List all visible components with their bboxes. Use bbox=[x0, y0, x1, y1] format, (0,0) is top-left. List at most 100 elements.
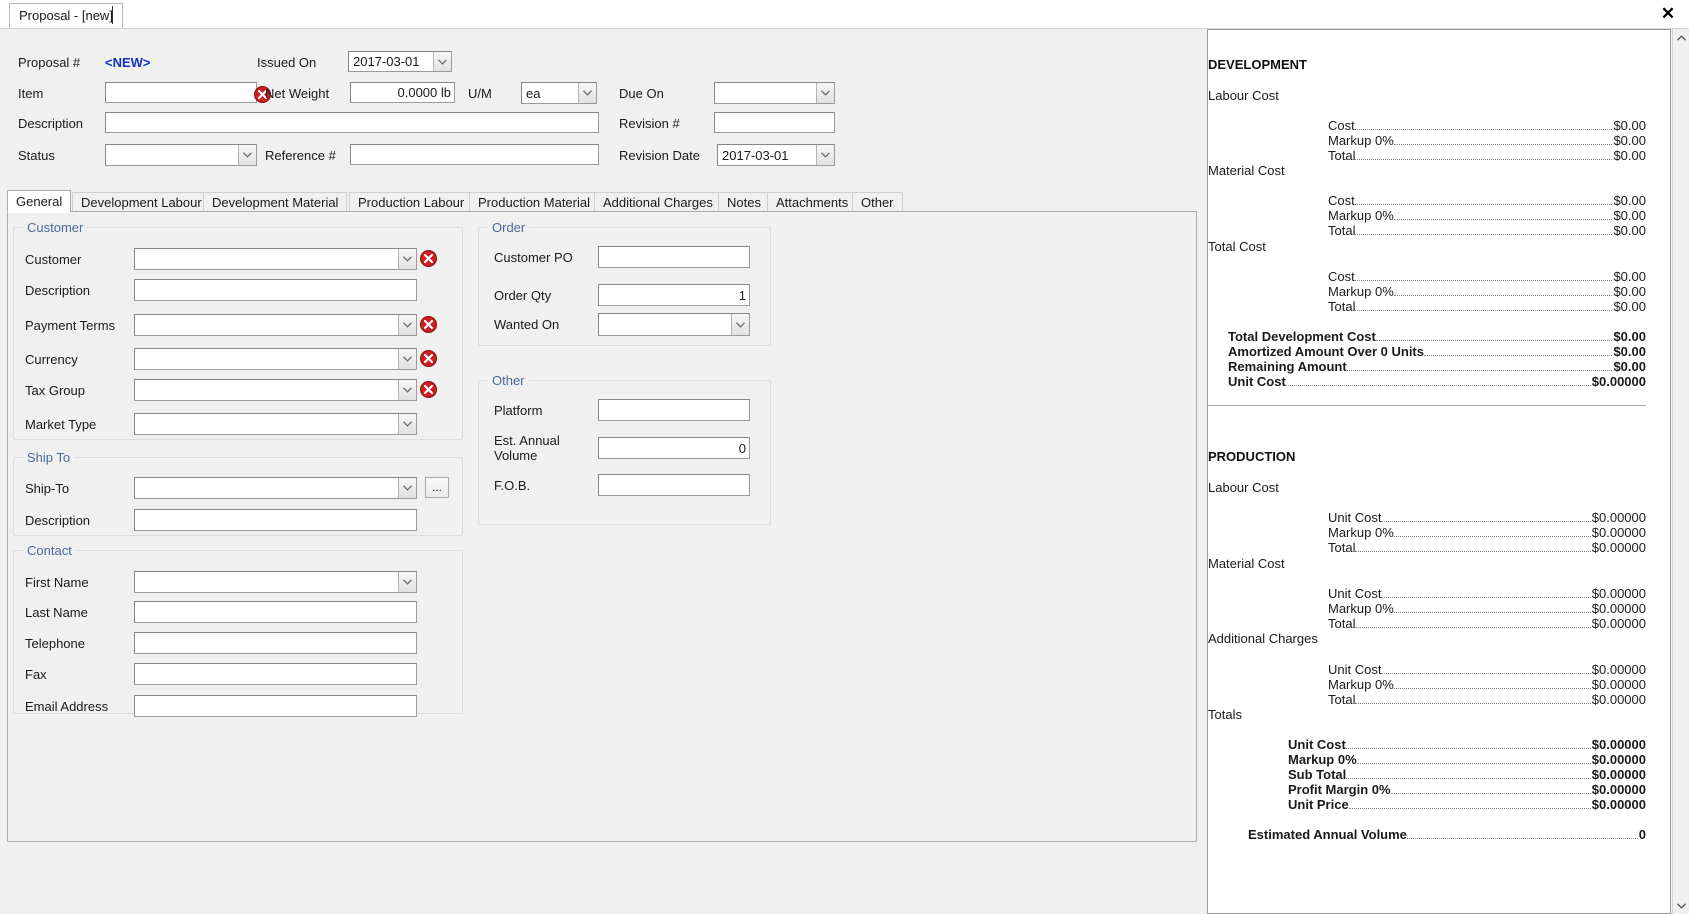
reference-number-input[interactable] bbox=[350, 144, 599, 165]
revision-number-input[interactable] bbox=[714, 112, 835, 133]
um-label: U/M bbox=[468, 86, 492, 101]
chevron-down-icon[interactable] bbox=[238, 145, 256, 165]
currency-dropdown[interactable] bbox=[134, 348, 417, 370]
summary-scrollbar[interactable] bbox=[1672, 29, 1689, 914]
telephone-input[interactable] bbox=[134, 632, 417, 654]
tab-label: Attachments bbox=[776, 195, 849, 210]
cost-summary-pane: DEVELOPMENT Labour Cost Cost $0.00 Marku… bbox=[1203, 29, 1689, 914]
row-label: Total bbox=[1328, 299, 1356, 314]
tab-label: Notes bbox=[727, 195, 761, 210]
wanted-on-datepicker[interactable] bbox=[598, 313, 750, 336]
order-qty-input[interactable] bbox=[598, 284, 750, 306]
row-label: Cost bbox=[1328, 118, 1355, 133]
due-on-datepicker[interactable] bbox=[714, 82, 835, 104]
order-qty-label: Order Qty bbox=[494, 288, 552, 303]
issued-on-datepicker[interactable]: 2017-03-01 bbox=[348, 51, 452, 72]
customer-label: Customer bbox=[25, 252, 82, 267]
fob-input[interactable] bbox=[598, 474, 750, 496]
customer-description-label: Description bbox=[25, 283, 91, 298]
tab-general[interactable]: General bbox=[7, 190, 72, 213]
development-material-total-row: Total $0.00 bbox=[1328, 223, 1646, 238]
first-name-dropdown[interactable] bbox=[134, 571, 417, 593]
ship-to-browse-button[interactable]: ... bbox=[425, 477, 449, 498]
row-label: Cost bbox=[1328, 193, 1355, 208]
chevron-down-icon[interactable] bbox=[398, 249, 416, 269]
item-input[interactable] bbox=[105, 82, 257, 103]
chevron-down-icon[interactable] bbox=[731, 314, 749, 335]
leader-dots bbox=[1348, 808, 1591, 809]
customer-dropdown[interactable] bbox=[134, 248, 417, 270]
ship-to-dropdown[interactable] bbox=[134, 477, 417, 499]
customer-description-input[interactable] bbox=[134, 279, 417, 301]
chevron-down-icon[interactable] bbox=[398, 315, 416, 335]
currency-required-error-icon[interactable] bbox=[420, 350, 437, 367]
status-value bbox=[106, 145, 238, 165]
chevron-down-icon[interactable] bbox=[398, 380, 416, 400]
scroll-up-arrow-icon[interactable] bbox=[1673, 29, 1689, 46]
fax-input[interactable] bbox=[134, 663, 417, 685]
status-dropdown[interactable] bbox=[105, 144, 257, 166]
tab-attachments[interactable]: Attachments bbox=[767, 192, 858, 212]
close-icon[interactable]: ✕ bbox=[1657, 4, 1679, 24]
chevron-down-icon[interactable] bbox=[433, 52, 451, 71]
development-totalcost-total-row: Total $0.00 bbox=[1328, 299, 1646, 314]
leader-dots bbox=[1285, 385, 1591, 386]
email-address-input[interactable] bbox=[134, 695, 417, 717]
row-label: Markup 0% bbox=[1328, 677, 1394, 692]
tab-label: Development Material bbox=[212, 195, 339, 210]
row-value: $0.00 bbox=[1613, 118, 1646, 133]
row-label: Remaining Amount bbox=[1228, 359, 1347, 374]
market-type-dropdown[interactable] bbox=[134, 413, 417, 435]
row-label: Estimated Annual Volume bbox=[1248, 827, 1407, 842]
document-tab-proposal[interactable]: Proposal - [new] bbox=[9, 3, 123, 28]
chevron-down-icon[interactable] bbox=[816, 145, 834, 165]
row-value: $0.00000 bbox=[1591, 782, 1646, 797]
chevron-down-icon[interactable] bbox=[816, 83, 834, 103]
payment-terms-required-error-icon[interactable] bbox=[420, 316, 437, 333]
tax-group-required-error-icon[interactable] bbox=[420, 381, 437, 398]
status-label: Status bbox=[18, 148, 55, 163]
revision-date-datepicker[interactable]: 2017-03-01 bbox=[717, 144, 835, 166]
development-totalcost-cost-row: Cost $0.00 bbox=[1328, 269, 1646, 284]
platform-input[interactable] bbox=[598, 399, 750, 421]
chevron-down-icon[interactable] bbox=[398, 478, 416, 498]
header-description-input[interactable] bbox=[105, 112, 599, 133]
est-annual-volume-input[interactable] bbox=[598, 437, 750, 459]
remaining-amount-row: Remaining Amount $0.00 bbox=[1228, 359, 1646, 374]
um-dropdown[interactable]: ea bbox=[521, 82, 597, 104]
other-group: Other Platform Est. Annual Volume F.O.B. bbox=[478, 373, 771, 525]
tab-other[interactable]: Other bbox=[852, 192, 903, 212]
reference-number-label: Reference # bbox=[265, 148, 336, 163]
tab-additional-charges[interactable]: Additional Charges bbox=[594, 192, 722, 212]
chevron-down-icon[interactable] bbox=[398, 349, 416, 369]
tab-notes[interactable]: Notes bbox=[718, 192, 770, 212]
tab-development-material[interactable]: Development Material bbox=[203, 192, 348, 212]
leader-dots bbox=[1355, 310, 1613, 311]
customer-required-error-icon[interactable] bbox=[420, 250, 437, 267]
chevron-down-icon[interactable] bbox=[398, 572, 416, 592]
ship-to-description-input[interactable] bbox=[134, 509, 417, 531]
tab-production-labour[interactable]: Production Labour bbox=[349, 192, 474, 212]
scroll-down-arrow-icon[interactable] bbox=[1673, 897, 1689, 914]
tax-group-dropdown[interactable] bbox=[134, 379, 417, 401]
chevron-down-icon[interactable] bbox=[398, 414, 416, 434]
payment-terms-dropdown[interactable] bbox=[134, 314, 417, 336]
um-value: ea bbox=[526, 85, 541, 101]
production-material-cost-label: Material Cost bbox=[1208, 556, 1285, 571]
platform-label: Platform bbox=[494, 403, 543, 418]
last-name-input[interactable] bbox=[134, 601, 417, 623]
leader-dots bbox=[1393, 536, 1591, 537]
row-value: $0.00000 bbox=[1591, 737, 1646, 752]
production-labour-unitcost-row: Unit Cost $0.00000 bbox=[1328, 510, 1646, 525]
net-weight-input[interactable] bbox=[350, 82, 455, 103]
development-section-heading: DEVELOPMENT bbox=[1208, 57, 1307, 72]
order-group-title: Order bbox=[488, 220, 530, 235]
payment-terms-value bbox=[135, 315, 398, 335]
tab-development-labour[interactable]: Development Labour bbox=[72, 192, 211, 212]
tab-bar: General Development Labour Development M… bbox=[7, 190, 1197, 213]
leader-dots bbox=[1355, 159, 1613, 160]
customer-po-input[interactable] bbox=[598, 246, 750, 268]
tab-production-material[interactable]: Production Material bbox=[469, 192, 599, 212]
chevron-down-icon[interactable] bbox=[578, 83, 596, 103]
row-value: $0.00 bbox=[1613, 148, 1646, 163]
